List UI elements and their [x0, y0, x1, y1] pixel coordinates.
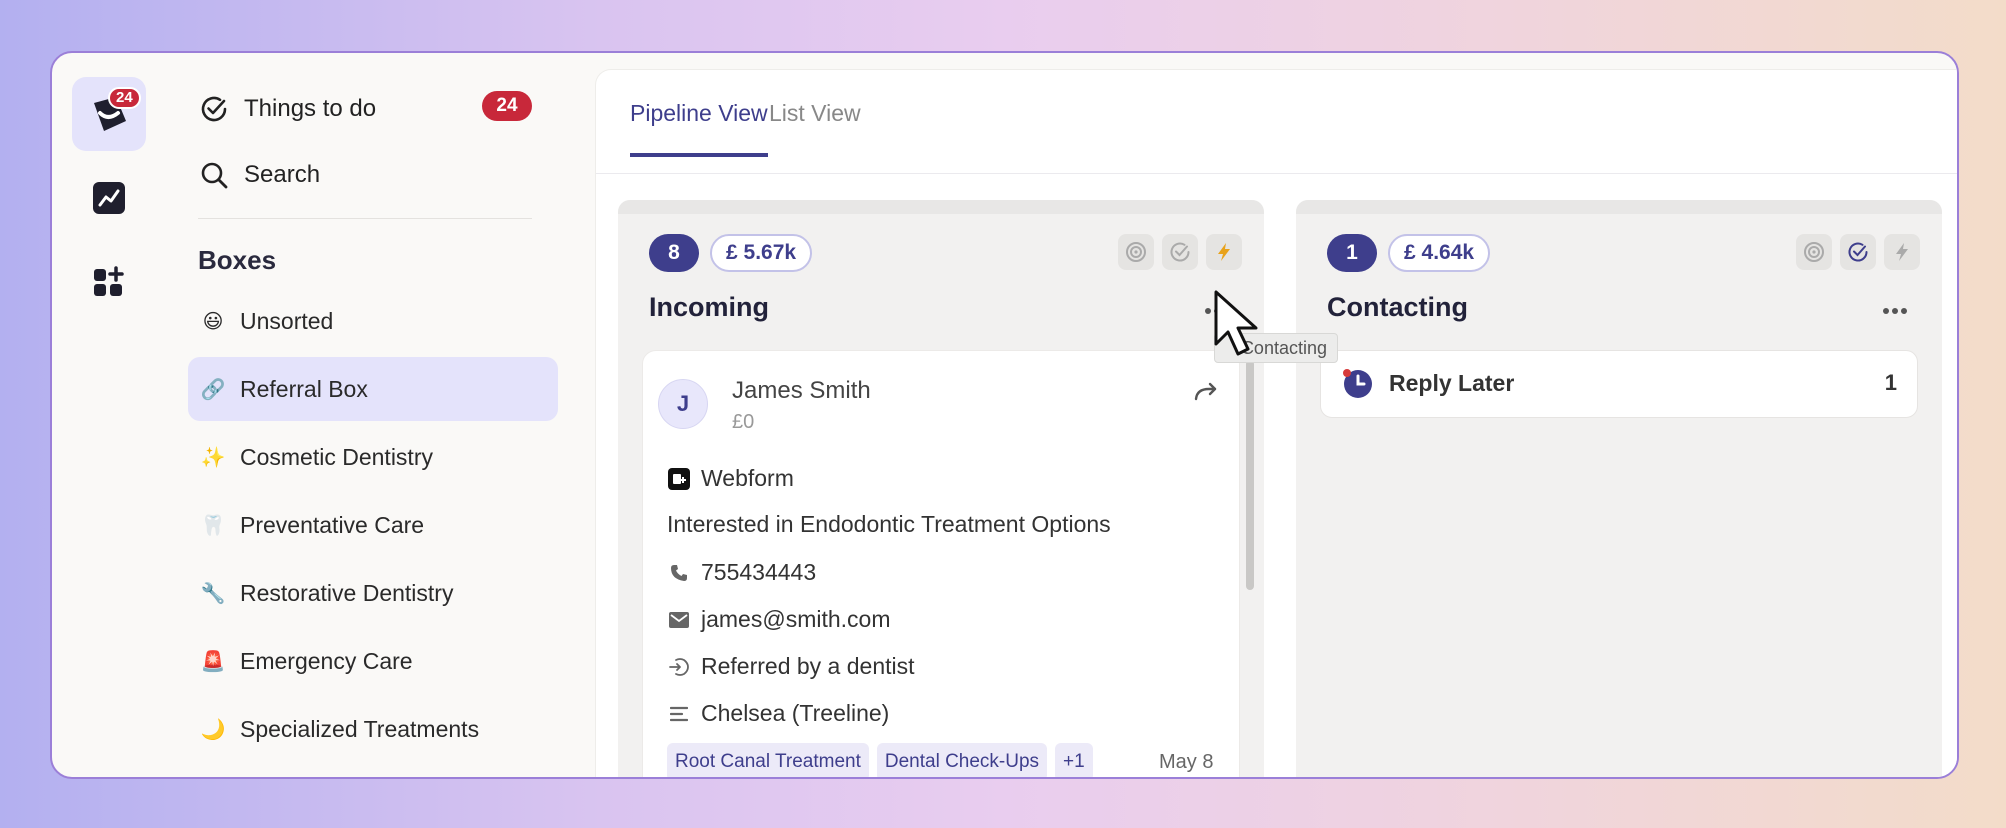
view-tabs: Pipeline View List View [596, 70, 1957, 174]
lead-name: James Smith [732, 377, 871, 404]
sidebar-divider [198, 218, 532, 219]
sparkles-icon: ✨ [200, 446, 226, 469]
tab-list-view[interactable]: List View [769, 100, 861, 153]
box-item-label: Unsorted [240, 307, 334, 334]
siren-icon: 🚨 [200, 650, 226, 673]
box-item-label: Preventative Care [240, 511, 425, 538]
lead-email: james@smith.com [667, 606, 891, 633]
boxes-heading: Boxes [198, 245, 277, 275]
list-lines-icon [667, 706, 691, 722]
avatar: J [658, 379, 708, 429]
box-item-label: Cosmetic Dentistry [240, 443, 433, 470]
lead-date: May 8 [1159, 751, 1214, 773]
stage-title: Incoming [649, 292, 769, 322]
forward-button[interactable] [1191, 377, 1221, 407]
main-panel: Pipeline View List View 8 £ 5.67k Incomi… [595, 69, 1957, 777]
tag-chip[interactable]: Root Canal Treatment [667, 743, 869, 777]
box-item-unsorted[interactable]: 😃 Unsorted [188, 289, 558, 353]
crescent-moon-icon: 🌙 [200, 718, 226, 741]
column-scrollbar[interactable] [1246, 360, 1254, 590]
things-to-do-label: Things to do [244, 95, 377, 122]
stage-title: Contacting [1327, 292, 1468, 322]
target-button[interactable] [1796, 234, 1832, 270]
lead-card[interactable]: J James Smith £0 Webform Interested in E… [642, 350, 1240, 777]
search-label: Search [244, 161, 321, 188]
stage-count-badge: 8 [649, 234, 699, 272]
link-icon: 🔗 [200, 378, 226, 401]
clock-icon [1343, 369, 1372, 398]
phone-icon [667, 564, 691, 582]
check-button[interactable] [1162, 234, 1198, 270]
lead-phone: 755434443 [667, 559, 816, 586]
check-button[interactable] [1840, 234, 1876, 270]
check-circle-icon [1848, 242, 1868, 262]
target-icon [1804, 242, 1824, 262]
more-horizontal-icon [1883, 308, 1907, 314]
tooth-icon: 🦷 [200, 514, 226, 537]
check-circle-icon [198, 93, 230, 125]
stage-more-button[interactable] [1877, 296, 1913, 326]
reply-later-count: 1 [1884, 370, 1897, 395]
box-item-restorative-dentistry[interactable]: 🔧 Restorative Dentistry [188, 561, 558, 625]
box-item-specialized-treatments[interactable]: 🌙 Specialized Treatments [188, 697, 558, 761]
target-icon [1126, 242, 1146, 262]
box-item-emergency-care[interactable]: 🚨 Emergency Care [188, 629, 558, 693]
tag-chip[interactable]: Dental Check-Ups [876, 743, 1048, 777]
search-icon [198, 159, 230, 191]
automation-button[interactable] [1884, 234, 1920, 270]
things-to-do-item[interactable]: Things to do [198, 89, 376, 129]
notification-badge: 24 [108, 87, 141, 109]
lightning-bolt-icon [1218, 243, 1230, 261]
lead-tags: Root Canal Treatment Dental Check-Ups +1 [667, 743, 1093, 777]
box-item-cosmetic-dentistry[interactable]: ✨ Cosmetic Dentistry [188, 425, 558, 489]
lead-location: Chelsea (Treeline) [667, 700, 889, 727]
search-item[interactable]: Search [198, 155, 320, 195]
apps-add-icon [94, 266, 124, 296]
stage-action-icons [1796, 234, 1920, 270]
wrench-icon: 🔧 [200, 582, 226, 605]
tag-more-chip[interactable]: +1 [1055, 743, 1093, 777]
forward-arrow-icon [1194, 382, 1217, 401]
sidebar: Things to do 24 Search Boxes 😃 Unsorted … [182, 53, 612, 777]
mouse-cursor-icon [1214, 290, 1258, 356]
check-circle-icon [1170, 242, 1190, 262]
stage-count-badge: 1 [1327, 234, 1377, 272]
tab-pipeline-view[interactable]: Pipeline View [630, 100, 768, 157]
lightning-bolt-icon [1896, 243, 1908, 261]
mail-icon [667, 611, 691, 628]
lead-referral: Referred by a dentist [667, 653, 915, 680]
stage-value-badge: £ 5.67k [710, 234, 813, 272]
lead-note: Interested in Endodontic Treatment Optio… [667, 511, 1111, 537]
box-item-label: Restorative Dentistry [240, 579, 454, 606]
analytics-button[interactable] [92, 181, 126, 215]
grinning-face-icon: 😃 [202, 310, 224, 333]
icon-rail: 24 [52, 53, 182, 777]
stage-value-badge: £ 4.64k [1388, 234, 1491, 272]
target-button[interactable] [1118, 234, 1154, 270]
pipeline-column-incoming: 8 £ 5.67k Incoming J James Smith £0 Webf… [618, 200, 1264, 777]
things-to-do-badge: 24 [482, 91, 532, 121]
reply-later-group[interactable]: Reply Later 1 [1320, 350, 1918, 418]
add-widget-button[interactable] [92, 265, 126, 299]
trend-chart-icon [93, 182, 125, 214]
box-item-referral-box[interactable]: 🔗 Referral Box [188, 357, 558, 421]
box-item-label: Specialized Treatments [240, 715, 480, 742]
box-item-preventative-care[interactable]: 🦷 Preventative Care [188, 493, 558, 557]
box-item-label: Emergency Care [240, 647, 413, 674]
reply-later-label: Reply Later [1389, 370, 1515, 396]
lead-amount: £0 [732, 411, 755, 433]
app-window: 24 Things to do 24 Search Boxes 😃 Unsort… [50, 51, 1959, 779]
stage-action-icons [1118, 234, 1242, 270]
lead-source: Webform [667, 465, 794, 492]
box-item-label: Referral Box [240, 375, 368, 402]
webform-icon [667, 467, 691, 490]
sign-in-arrow-icon [667, 656, 691, 678]
automation-button[interactable] [1206, 234, 1242, 270]
pipeline-column-contacting: 1 £ 4.64k Contacting Reply Later 1 [1296, 200, 1942, 777]
